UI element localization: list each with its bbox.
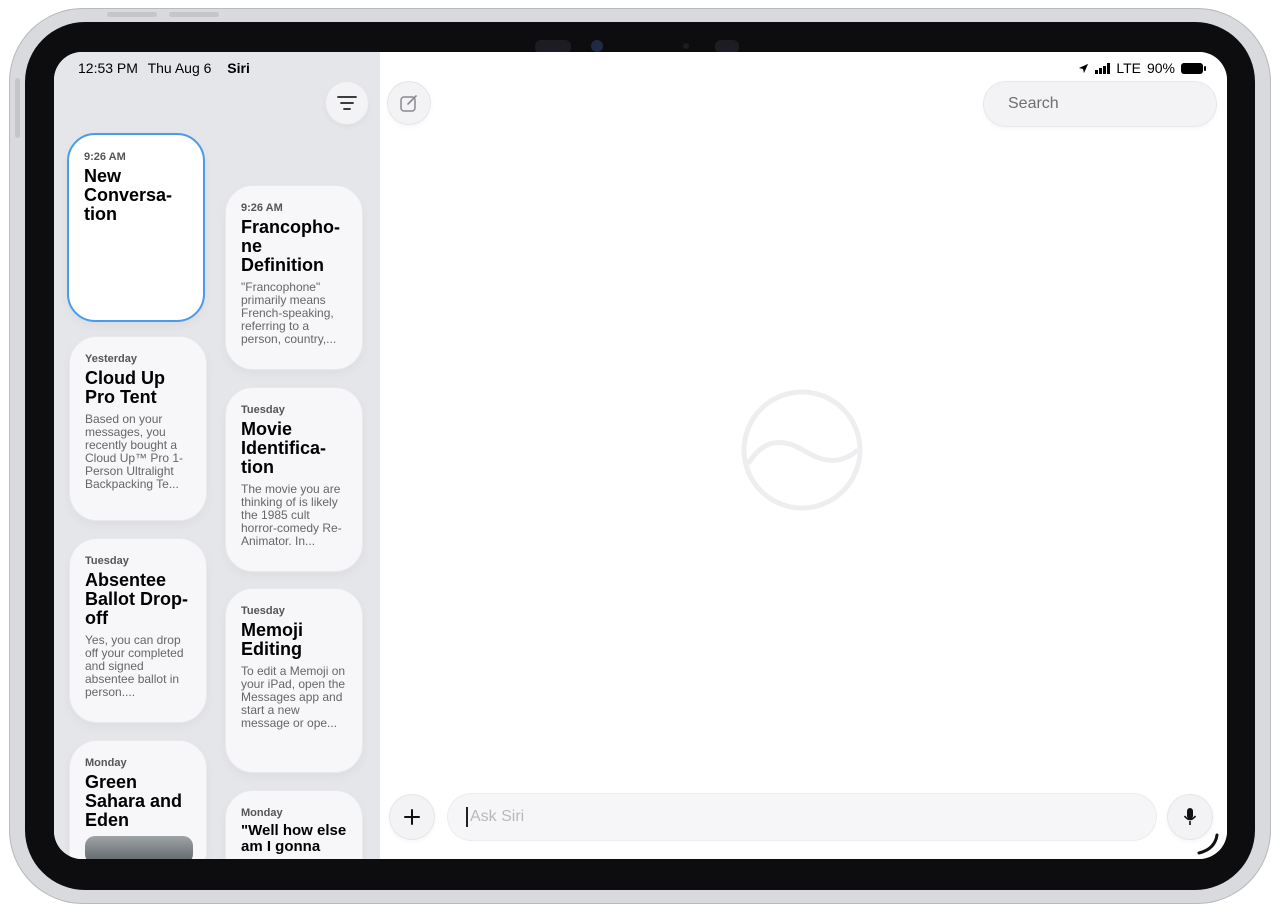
plus-icon (404, 809, 420, 825)
card-date: Tuesday (241, 605, 285, 617)
conversation-card[interactable]: 9:26 AM Francopho-ne Definition "Francop… (225, 185, 363, 370)
conversation-sidebar: 12:53 PM Thu Aug 6 Siri 9:26 AM New Conv… (54, 52, 380, 859)
status-date: Thu Aug 6 (147, 60, 212, 76)
card-title: Cloud Up Pro Tent (85, 368, 165, 407)
conversation-card[interactable]: Tuesday Absentee Ballot Drop-off Yes, yo… (69, 538, 207, 723)
battery-icon (1181, 62, 1206, 74)
card-date: 9:26 AM (84, 151, 126, 163)
add-attachment-button[interactable] (390, 795, 434, 839)
resize-corner-icon[interactable] (1193, 829, 1221, 857)
status-bar-right: LTE 90% (1078, 60, 1206, 76)
cellular-signal-icon (1095, 62, 1111, 74)
card-title: New Conversa-tion (84, 166, 173, 224)
top-button (169, 12, 219, 17)
front-camera (591, 40, 603, 52)
ask-siri-field[interactable] (448, 794, 1156, 840)
card-preview: Based on your messages, you recently bou… (85, 412, 184, 491)
card-date: Monday (241, 807, 283, 819)
conversation-card[interactable]: Tuesday Memoji Editing To edit a Memoji … (225, 588, 363, 773)
top-button (107, 12, 157, 17)
card-title: Movie Identifica-tion (241, 419, 327, 477)
conversation-card[interactable]: Tuesday Movie Identifica-tion The movie … (225, 387, 363, 572)
card-date: Tuesday (241, 404, 285, 416)
search-bar[interactable] (984, 82, 1217, 126)
ask-siri-input[interactable] (466, 807, 1138, 827)
network-label: LTE (1116, 60, 1141, 76)
filter-lines-icon (337, 96, 357, 110)
conversation-card[interactable]: Yesterday Cloud Up Pro Tent Based on you… (69, 336, 207, 521)
card-preview: To edit a Memoji on your iPad, open the … (241, 664, 346, 730)
filter-button[interactable] (326, 82, 368, 124)
status-app-name: Siri (227, 60, 250, 76)
conversation-card[interactable]: Monday "Well how else am I gonna (225, 790, 363, 859)
main-pane: LTE 90% (380, 52, 1227, 859)
siri-orb-icon (741, 389, 863, 511)
card-title: Memoji Editing (241, 620, 304, 659)
card-preview: "Francophone" primarily means French-spe… (241, 280, 337, 346)
card-date: Yesterday (85, 353, 137, 365)
compose-icon (400, 95, 417, 112)
card-title: Absentee Ballot Drop-off (85, 570, 188, 628)
card-title: Francopho-ne Definition (241, 217, 340, 275)
conversation-card-new[interactable]: 9:26 AM New Conversa-tion (67, 133, 205, 322)
card-date: 9:26 AM (241, 202, 283, 214)
status-time: 12:53 PM (78, 60, 138, 76)
conversation-card[interactable]: Monday Green Sahara and Eden (69, 740, 207, 859)
card-preview: Yes, you can drop off your completed and… (85, 633, 184, 699)
battery-percent: 90% (1146, 60, 1175, 76)
card-title: "Well how else am I gonna (241, 822, 347, 855)
card-image-thumbnail (85, 836, 193, 859)
microphone-icon (1183, 808, 1197, 825)
card-date: Monday (85, 757, 127, 769)
card-date: Tuesday (85, 555, 129, 567)
card-preview: The movie you are thinking of is likely … (241, 482, 342, 548)
ipad-screen: 12:53 PM Thu Aug 6 Siri 9:26 AM New Conv… (54, 52, 1227, 859)
volume-button (15, 78, 20, 138)
search-input[interactable] (1006, 94, 1217, 114)
location-arrow-icon (1079, 63, 1089, 73)
new-conversation-button[interactable] (388, 82, 430, 124)
light-sensor (683, 43, 689, 49)
card-title: Green Sahara and Eden (85, 772, 183, 830)
status-bar-left: 12:53 PM Thu Aug 6 Siri (78, 60, 256, 76)
